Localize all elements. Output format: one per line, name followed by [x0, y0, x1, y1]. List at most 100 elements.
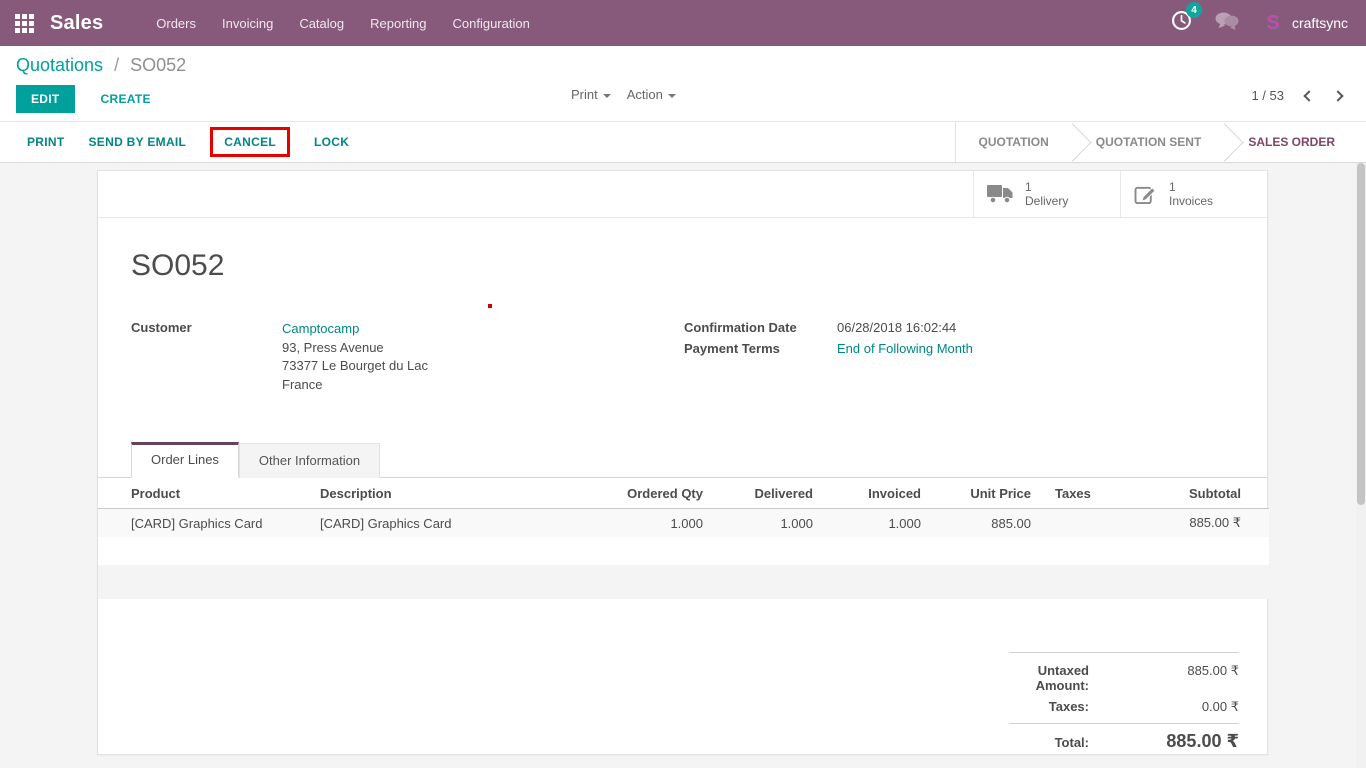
control-panel-dropdowns: Print Action [571, 87, 676, 102]
activity-count-badge: 4 [1186, 2, 1202, 18]
app-name[interactable]: Sales [50, 12, 103, 35]
order-info: Customer Camptocamp 93, Press Avenue 733… [131, 320, 1267, 400]
cancel-button-highlight-box: CANCEL [210, 127, 290, 157]
create-button[interactable]: CREATE [95, 91, 157, 107]
cell-product: [CARD] Graphics Card [98, 509, 320, 538]
nav-menu-orders[interactable]: Orders [143, 0, 209, 46]
invoices-label: Invoices [1169, 194, 1213, 208]
top-navbar: Sales Orders Invoicing Catalog Reporting… [0, 0, 1366, 46]
control-panel-actions: EDIT CREATE [16, 85, 1366, 113]
state-quotation-sent[interactable]: QUOTATION SENT [1077, 135, 1221, 149]
col-header-product[interactable]: Product [98, 478, 320, 509]
navbar-right: 4 S craftsync [1171, 10, 1348, 36]
nav-menus: Orders Invoicing Catalog Reporting Confi… [143, 0, 543, 46]
lock-button[interactable]: LOCK [314, 135, 349, 149]
breadcrumb-quotations[interactable]: Quotations [16, 55, 103, 75]
cell-invoiced: 1.000 [813, 509, 921, 538]
payment-terms-label: Payment Terms [684, 341, 837, 356]
customer-address-line: 93, Press Avenue [282, 339, 428, 358]
statusbar-states: QUOTATION QUOTATION SENT SALES ORDER [955, 122, 1366, 162]
customer-link[interactable]: Camptocamp [282, 320, 428, 339]
untaxed-amount-row: Untaxed Amount: 885.00 ₹ [1009, 660, 1239, 696]
cell-delivered: 1.000 [703, 509, 813, 538]
scrollbar [1356, 163, 1366, 768]
customer-address-line: France [282, 376, 428, 395]
col-header-invoiced[interactable]: Invoiced [813, 478, 921, 509]
delivery-smart-button[interactable]: 1 Delivery [973, 171, 1120, 217]
pager-previous-icon[interactable] [1303, 90, 1314, 101]
table-header-row: Product Description Ordered Qty Delivere… [98, 478, 1269, 509]
delivery-label: Delivery [1025, 194, 1068, 208]
cell-ordered-qty: 1.000 [593, 509, 703, 538]
user-name: craftsync [1292, 15, 1348, 31]
nav-menu-catalog[interactable]: Catalog [286, 0, 357, 46]
action-dropdown[interactable]: Action [627, 87, 676, 102]
col-header-unit-price[interactable]: Unit Price [921, 478, 1031, 509]
nav-menu-reporting[interactable]: Reporting [357, 0, 439, 46]
main-content: 1 Delivery 1 Invoices SO052 [0, 163, 1366, 768]
order-title: SO052 [131, 249, 1267, 283]
chevron-down-icon [603, 94, 611, 98]
invoices-smart-button[interactable]: 1 Invoices [1120, 171, 1267, 217]
cancel-button[interactable]: CANCEL [224, 135, 276, 149]
delivery-count: 1 [1025, 180, 1068, 194]
statusbar: PRINT SEND BY EMAIL CANCEL LOCK QUOTATIO… [0, 121, 1366, 163]
col-header-subtotal[interactable]: Subtotal [1131, 478, 1269, 509]
tab-order-lines[interactable]: Order Lines [131, 442, 239, 478]
empty-row [98, 537, 1269, 565]
edit-note-icon [1134, 184, 1158, 205]
col-header-ordered-qty[interactable]: Ordered Qty [593, 478, 703, 509]
messages-button[interactable] [1214, 11, 1240, 36]
order-line-row[interactable]: [CARD] Graphics Card [CARD] Graphics Car… [98, 509, 1269, 538]
nav-menu-configuration[interactable]: Configuration [440, 0, 543, 46]
form-sheet: 1 Delivery 1 Invoices SO052 [97, 170, 1268, 755]
state-arrow-icon [1053, 123, 1091, 161]
smart-buttons-row: 1 Delivery 1 Invoices [98, 171, 1267, 218]
send-by-email-button[interactable]: SEND BY EMAIL [89, 135, 187, 149]
sheet-body: SO052 Customer Camptocamp 93, Press Aven… [98, 249, 1267, 755]
customer-value: Camptocamp 93, Press Avenue 73377 Le Bou… [282, 320, 428, 394]
chat-bubbles-icon [1214, 11, 1240, 31]
pager-next-icon[interactable] [1332, 90, 1343, 101]
order-info-left: Customer Camptocamp 93, Press Avenue 733… [131, 320, 684, 400]
payment-terms-link[interactable]: End of Following Month [837, 341, 973, 356]
user-avatar: S [1262, 12, 1284, 34]
nav-menu-invoicing[interactable]: Invoicing [209, 0, 286, 46]
cell-unit-price: 885.00 [921, 509, 1031, 538]
scrollbar-thumb[interactable] [1357, 163, 1365, 505]
col-header-taxes[interactable]: Taxes [1031, 478, 1131, 509]
total-value: 885.00 ₹ [1089, 731, 1239, 752]
breadcrumb-current: SO052 [130, 55, 186, 75]
cell-taxes [1031, 509, 1131, 538]
control-panel: Quotations / SO052 EDIT CREATE Print Act… [0, 46, 1366, 121]
order-info-right: Confirmation Date 06/28/2018 16:02:44 Pa… [684, 320, 1267, 400]
confirmation-date-row: Confirmation Date 06/28/2018 16:02:44 [684, 320, 1267, 335]
activities-button[interactable]: 4 [1171, 10, 1192, 36]
user-menu[interactable]: S craftsync [1262, 12, 1348, 34]
invoices-count: 1 [1169, 180, 1213, 194]
order-lines-table: Product Description Ordered Qty Delivere… [98, 478, 1269, 599]
chevron-down-icon [668, 94, 676, 98]
empty-row [98, 565, 1269, 599]
totals-block: Untaxed Amount: 885.00 ₹ Taxes: 0.00 ₹ T… [1009, 652, 1239, 755]
payment-terms-row: Payment Terms End of Following Month [684, 341, 1267, 356]
delivery-smart-button-text: 1 Delivery [1025, 180, 1068, 208]
tab-other-information[interactable]: Other Information [239, 443, 380, 478]
breadcrumb: Quotations / SO052 [16, 55, 1366, 76]
state-arrow-icon [1206, 123, 1244, 161]
print-button[interactable]: PRINT [27, 135, 65, 149]
state-sales-order[interactable]: SALES ORDER [1229, 135, 1354, 149]
taxes-value: 0.00 ₹ [1089, 699, 1239, 715]
col-header-description[interactable]: Description [320, 478, 593, 509]
taxes-label: Taxes: [1009, 699, 1089, 714]
confirmation-date-value: 06/28/2018 16:02:44 [837, 320, 956, 335]
state-quotation[interactable]: QUOTATION [960, 135, 1068, 149]
col-header-delivered[interactable]: Delivered [703, 478, 813, 509]
statusbar-buttons: PRINT SEND BY EMAIL CANCEL LOCK [0, 122, 349, 162]
print-dropdown[interactable]: Print [571, 87, 611, 102]
confirmation-date-label: Confirmation Date [684, 320, 837, 335]
total-row: Total: 885.00 ₹ [1009, 723, 1239, 755]
breadcrumb-separator: / [114, 55, 119, 75]
apps-grid-icon[interactable] [15, 13, 35, 33]
edit-button[interactable]: EDIT [16, 85, 75, 113]
